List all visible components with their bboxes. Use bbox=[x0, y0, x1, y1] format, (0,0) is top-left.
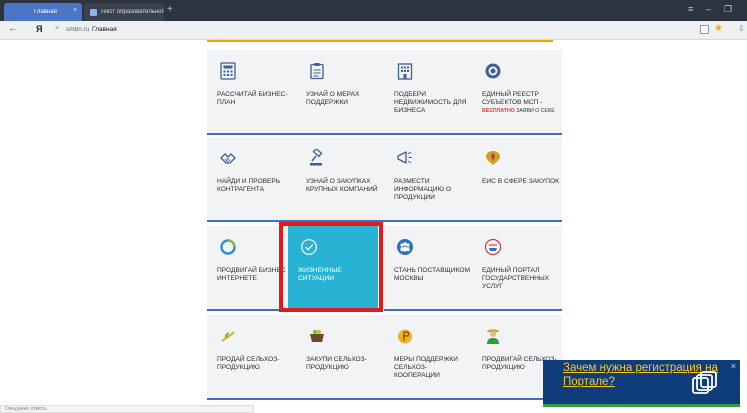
tab-main[interactable]: Главная × bbox=[4, 3, 82, 21]
tile-label: ЕДИНЫЙ РЕЕСТР СУБЪЕКТОВ МСП - БЕСПЛАТНО … bbox=[482, 91, 560, 115]
gosuslugi-icon bbox=[484, 238, 502, 256]
sprout-icon bbox=[221, 331, 235, 342]
tile-business-plan[interactable]: РАССЧИТАЙ БИЗНЕС-ПЛАН bbox=[207, 50, 297, 135]
tile-label: НАЙДИ И ПРОВЕРЬ КОНТРАГЕНТА bbox=[217, 178, 281, 193]
address-bar: ← Я × smbn.ru Главная ★ ⇩ bbox=[0, 21, 747, 40]
basket-icon bbox=[310, 329, 324, 342]
building-icon bbox=[397, 63, 413, 80]
tile-underline bbox=[296, 133, 386, 135]
tab-education-text[interactable]: Текст образовательного ... bbox=[84, 3, 164, 21]
maximize-button[interactable]: ❐ bbox=[724, 4, 732, 15]
tile-support-measures[interactable]: УЗНАЙ О МЕРАХ ПОДДЕРЖКИ bbox=[296, 50, 386, 135]
tile-place-product-info[interactable]: РАЗМЕСТИ ИНФОРМАЦИЮ О ПРОДУКЦИИ bbox=[384, 137, 474, 222]
back-button[interactable]: ← bbox=[8, 23, 18, 34]
calculator-icon bbox=[220, 62, 236, 80]
tile-moscow-supplier[interactable]: СТАНЬ ПОСТАВЩИКОМ МОСКВЫ bbox=[384, 226, 474, 311]
minimize-button[interactable]: – bbox=[706, 4, 711, 14]
handshake-icon bbox=[220, 153, 236, 164]
tile-real-estate[interactable]: ПОДБЕРИ НЕДВИЖИМОСТЬ ДЛЯ БИЗНЕСА bbox=[384, 50, 474, 135]
tile-buy-agro[interactable]: ЗАКУПИ СЕЛЬХОЗ-ПРОДУКЦИЮ bbox=[296, 315, 386, 400]
browser-status-bar: Ожидание ответа... bbox=[0, 405, 254, 413]
highlight-frame bbox=[279, 222, 383, 312]
menu-icon[interactable]: ≡ bbox=[688, 4, 693, 14]
gavel-icon bbox=[310, 149, 323, 166]
megaphone-icon bbox=[397, 151, 412, 164]
tile-underline bbox=[384, 309, 474, 311]
tile-sublabel: БЕСПЛАТНО ЗАЯВИ О СЕБЕ bbox=[482, 108, 560, 115]
tile-underline bbox=[384, 220, 474, 222]
tile-sell-agro[interactable]: ПРОДАЙ СЕЛЬХОЗ-ПРОДУКЦИЮ bbox=[207, 315, 297, 400]
banner-accent-bar bbox=[543, 404, 740, 407]
tile-label: ЗАКУПИ СЕЛЬХОЗ-ПРОДУКЦИЮ bbox=[306, 356, 367, 371]
tile-sublabel-text: ЗАЯВИ О СЕБЕ bbox=[514, 108, 555, 114]
page-content: РАССЧИТАЙ БИЗНЕС-ПЛАН УЗНАЙ О МЕРАХ ПОДД… bbox=[0, 40, 747, 413]
bookmark-star-icon[interactable]: ★ bbox=[714, 23, 723, 34]
tile-underline bbox=[384, 133, 474, 135]
tile-underline bbox=[207, 133, 297, 135]
tab-education-label: Текст образовательного ... bbox=[100, 9, 164, 15]
tile-eis-procurement[interactable]: ЕИС В СФЕРЕ ЗАКУПОК bbox=[472, 137, 562, 222]
reader-mode-icon[interactable] bbox=[700, 25, 709, 34]
tile-sme-registry[interactable]: ЕДИНЫЙ РЕЕСТР СУБЪЕКТОВ МСП - БЕСПЛАТНО … bbox=[472, 50, 562, 135]
tile-label: РАЗМЕСТИ ИНФОРМАЦИЮ О ПРОДУКЦИИ bbox=[394, 178, 452, 201]
tile-underline bbox=[472, 309, 562, 311]
new-tab-button[interactable]: + bbox=[167, 4, 173, 15]
banner-close-icon[interactable]: × bbox=[731, 361, 736, 371]
clipboard-icon bbox=[310, 63, 324, 80]
tile-large-company-purchases[interactable]: УЗНАЙ О ЗАКУПКАХ КРУПНЫХ КОМПАНИЙ bbox=[296, 137, 386, 222]
tile-check-counterparty[interactable]: НАЙДИ И ПРОВЕРЬ КОНТРАГЕНТА bbox=[207, 137, 297, 222]
copy-windows-icon bbox=[692, 371, 717, 394]
tile-label: РАССЧИТАЙ БИЗНЕС-ПЛАН bbox=[217, 91, 288, 106]
tile-label-text: ЕДИНЫЙ РЕЕСТР СУБЪЕКТОВ МСП - bbox=[482, 91, 543, 106]
browser-tab-bar: Главная × Текст образовательного ... + ≡… bbox=[0, 0, 747, 21]
tile-label: СТАНЬ ПОСТАВЩИКОМ МОСКВЫ bbox=[394, 267, 470, 282]
page-favicon-icon bbox=[90, 8, 97, 16]
url-domain[interactable]: smbn.ru bbox=[66, 26, 89, 33]
registry-seal-icon bbox=[485, 63, 501, 79]
tile-label: ПРОДАЙ СЕЛЬХОЗ-ПРОДУКЦИЮ bbox=[217, 356, 280, 371]
tile-label: УЗНАЙ О ЗАКУПКАХ КРУПНЫХ КОМПАНИЙ bbox=[306, 178, 378, 193]
yandex-logo[interactable]: Я bbox=[36, 24, 42, 34]
tile-gosuslugi-portal[interactable]: ЕДИНЫЙ ПОРТАЛ ГОСУДАРСТВЕННЫХ УСЛУГ bbox=[472, 226, 562, 311]
tile-label: ЕИС В СФЕРЕ ЗАКУПОК bbox=[482, 178, 559, 185]
tile-underline bbox=[207, 398, 297, 400]
tile-label: ЕДИНЫЙ ПОРТАЛ ГОСУДАРСТВЕННЫХ УСЛУГ bbox=[482, 267, 550, 290]
tile-agro-cooperation-support[interactable]: МЕРЫ ПОДДЕРЖКИ СЕЛЬХОЗ-КООПЕРАЦИИ bbox=[384, 315, 474, 400]
farmer-icon bbox=[487, 329, 499, 344]
ring-icon bbox=[220, 239, 236, 255]
clear-url-button[interactable]: × bbox=[55, 25, 59, 32]
tab-main-label: Главная bbox=[34, 9, 57, 15]
registration-banner[interactable]: Зачем нужна регистрация на Портале? × bbox=[543, 360, 740, 407]
tile-label: ПОДБЕРИ НЕДВИЖИМОСТЬ ДЛЯ БИЗНЕСА bbox=[394, 91, 467, 114]
tile-underline bbox=[472, 220, 562, 222]
people-circle-icon bbox=[397, 239, 413, 255]
tile-underline bbox=[384, 398, 474, 400]
coat-of-arms-icon bbox=[486, 151, 500, 165]
tile-underline bbox=[472, 133, 562, 135]
tile-label: МЕРЫ ПОДДЕРЖКИ СЕЛЬХОЗ-КООПЕРАЦИИ bbox=[394, 356, 459, 379]
coin-icon bbox=[398, 329, 412, 344]
download-icon[interactable]: ⇩ bbox=[738, 24, 745, 33]
tile-label: УЗНАЙ О МЕРАХ ПОДДЕРЖКИ bbox=[306, 91, 360, 106]
tile-underline bbox=[296, 398, 386, 400]
top-accent-line bbox=[207, 40, 553, 42]
tab-close-icon[interactable]: × bbox=[73, 7, 77, 14]
url-page-title[interactable]: Главная bbox=[92, 26, 117, 33]
free-accent: БЕСПЛАТНО bbox=[482, 108, 515, 114]
